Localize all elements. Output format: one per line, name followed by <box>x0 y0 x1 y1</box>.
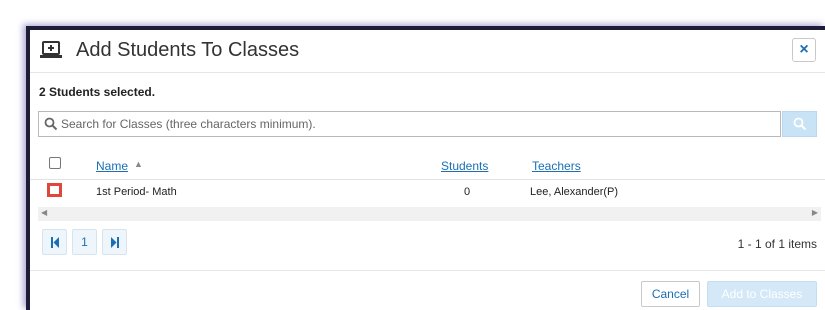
students-count-cell: 0 <box>464 186 471 198</box>
cancel-button[interactable]: Cancel <box>641 281 700 307</box>
search-input[interactable] <box>61 112 761 136</box>
first-page-button[interactable] <box>42 229 67 255</box>
class-name-cell: 1st Period- Math <box>96 186 177 198</box>
search-icon <box>44 117 58 131</box>
horizontal-scrollbar[interactable]: ◀ ▶ <box>38 207 821 221</box>
sort-ascending-icon: ▲ <box>134 159 143 169</box>
column-header-students[interactable]: Students <box>441 159 488 173</box>
column-header-name[interactable]: Name <box>96 159 128 173</box>
close-button[interactable]: × <box>792 38 816 62</box>
dialog-header: Add Students To Classes × <box>30 30 825 73</box>
close-icon: × <box>799 41 809 58</box>
search-field <box>38 111 781 137</box>
search-button[interactable] <box>782 111 817 137</box>
add-students-dialog: Add Students To Classes × 2 Students sel… <box>26 26 825 310</box>
scroll-left-icon[interactable]: ◀ <box>41 208 47 217</box>
search-icon <box>793 117 807 131</box>
last-page-button[interactable] <box>102 229 127 255</box>
selected-students-count: 2 Students selected. <box>39 85 156 99</box>
laptop-plus-icon <box>40 41 62 58</box>
scroll-right-icon[interactable]: ▶ <box>812 208 818 217</box>
column-header-teachers[interactable]: Teachers <box>532 159 581 173</box>
table-row[interactable]: 1st Period- Math 0 Lee, Alexander(P) <box>30 180 825 206</box>
dialog-title: Add Students To Classes <box>76 39 300 61</box>
first-page-icon <box>50 237 59 249</box>
last-page-icon <box>110 237 119 249</box>
pager-items-info: 1 - 1 of 1 items <box>737 237 817 251</box>
grid-header: Name ▲ Students Teachers <box>30 152 825 180</box>
row-checkbox[interactable] <box>47 183 62 197</box>
footer-divider <box>30 270 825 271</box>
page-number-button[interactable]: 1 <box>72 229 97 255</box>
add-to-classes-button[interactable]: Add to Classes <box>707 281 817 307</box>
select-all-checkbox[interactable] <box>49 157 61 169</box>
teachers-cell: Lee, Alexander(P) <box>530 186 619 198</box>
